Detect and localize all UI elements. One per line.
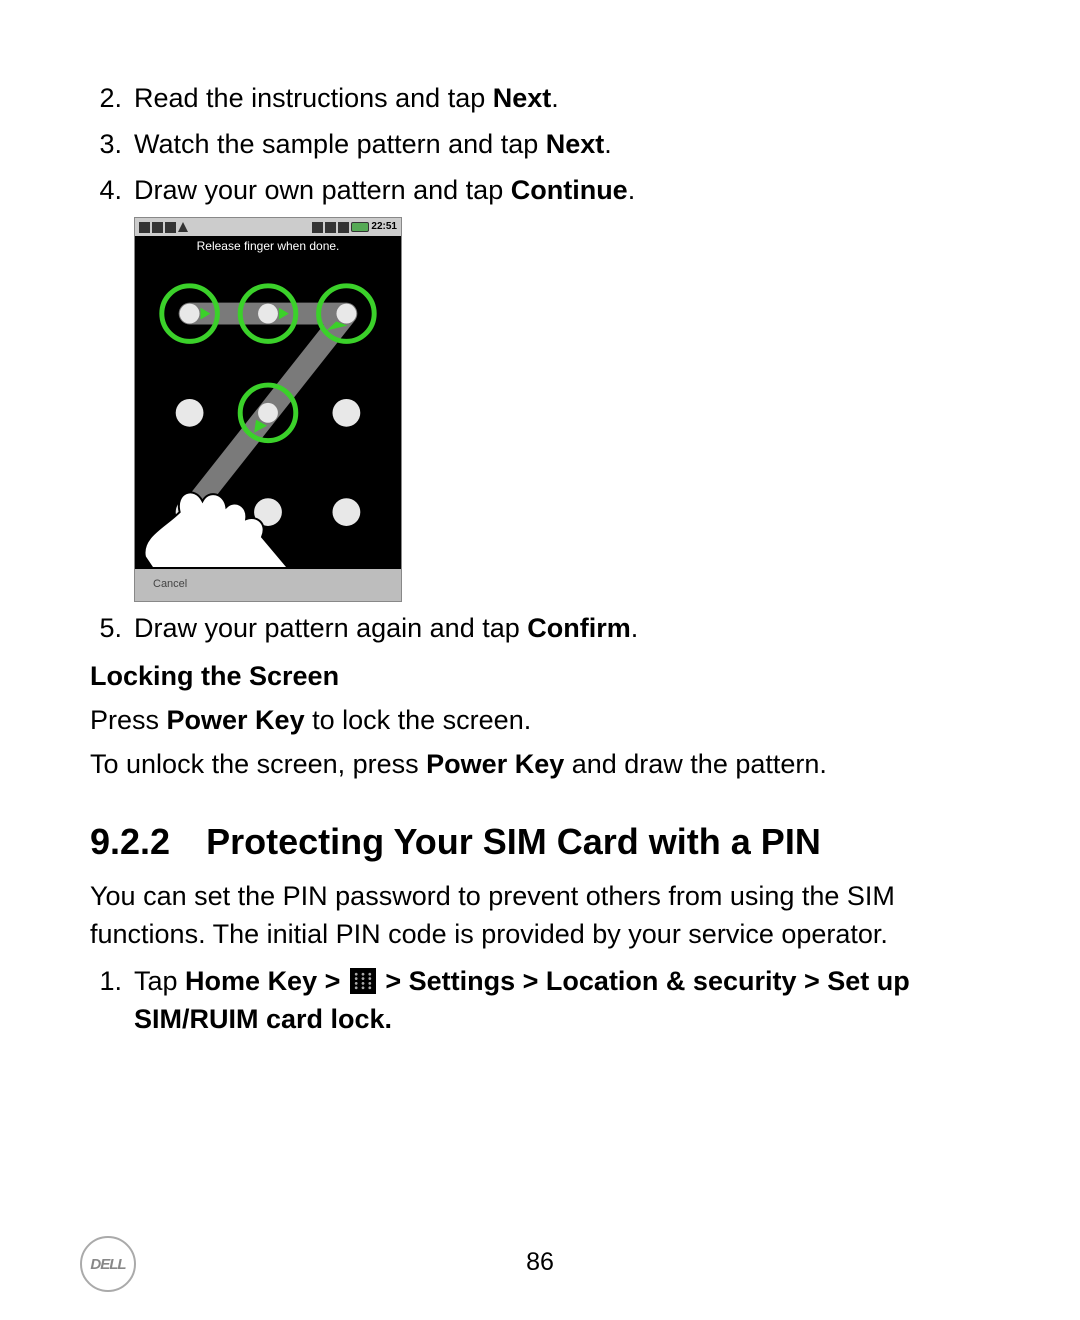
section-heading: 9.2.2 Protecting Your SIM Card with a PI…	[90, 817, 990, 867]
section-title: Protecting Your SIM Card with a PIN	[206, 817, 821, 867]
step-5: 5. Draw your pattern again and tap Confi…	[90, 610, 990, 648]
text: Watch the sample pattern and tap	[134, 129, 546, 159]
cancel-button-label: Cancel	[153, 577, 187, 592]
text: .	[628, 175, 636, 205]
section-number: 9.2.2	[90, 817, 170, 867]
text: .	[604, 129, 612, 159]
paragraph: Press Power Key to lock the screen.	[90, 702, 990, 740]
list-body: Draw your own pattern and tap Continue.	[134, 172, 990, 210]
text: Tap	[134, 966, 185, 996]
bold-text: Next	[493, 83, 552, 113]
status-icon	[165, 222, 176, 233]
list-body: Read the instructions and tap Next.	[134, 80, 990, 118]
bold-text: Power Key	[167, 705, 305, 735]
text: Press	[90, 705, 167, 735]
text: To unlock the screen, press	[90, 749, 426, 779]
warning-icon	[178, 222, 188, 232]
bold-text: Continue	[511, 175, 628, 205]
battery-icon	[351, 222, 369, 232]
bold-text: Confirm	[527, 613, 631, 643]
text: Read the instructions and tap	[134, 83, 493, 113]
step-4: 4. Draw your own pattern and tap Continu…	[90, 172, 990, 210]
text: .	[631, 613, 639, 643]
status-icon	[325, 222, 336, 233]
list-body: Draw your pattern again and tap Confirm.	[134, 610, 990, 648]
page-number: 86	[0, 1245, 1080, 1280]
list-number: 5.	[90, 610, 134, 648]
bold-text: Power Key	[426, 749, 564, 779]
phone-status-bar: 22:51	[135, 218, 401, 236]
status-icon	[139, 222, 150, 233]
list-number: 4.	[90, 172, 134, 210]
list-number: 2.	[90, 80, 134, 118]
text: Draw your own pattern and tap	[134, 175, 511, 205]
paragraph: To unlock the screen, press Power Key an…	[90, 746, 990, 784]
status-right-icons: 22:51	[312, 220, 397, 234]
phone-screenshot: 22:51 Release finger when done.	[134, 217, 402, 602]
bold-text: Next	[546, 129, 605, 159]
pin-step-1: 1. Tap Home Key > > Settings > Location …	[90, 963, 990, 1039]
phone-hint-text: Release finger when done.	[135, 236, 401, 259]
pattern-svg	[135, 259, 401, 567]
section-intro-paragraph: You can set the PIN password to prevent …	[90, 878, 990, 954]
text: to lock the screen.	[305, 705, 532, 735]
step-2: 2. Read the instructions and tap Next.	[90, 80, 990, 118]
text: .	[551, 83, 559, 113]
list-body: Tap Home Key > > Settings > Location & s…	[134, 963, 990, 1039]
list-number: 3.	[90, 126, 134, 164]
status-icon	[152, 222, 163, 233]
pattern-grid	[135, 259, 401, 569]
apps-grid-icon	[350, 968, 376, 994]
list-body: Watch the sample pattern and tap Next.	[134, 126, 990, 164]
text: Draw your pattern again and tap	[134, 613, 527, 643]
signal-icon	[338, 222, 349, 233]
phone-bottom-bar: Cancel	[135, 569, 401, 601]
status-time: 22:51	[371, 220, 397, 234]
step-3: 3. Watch the sample pattern and tap Next…	[90, 126, 990, 164]
list-number: 1.	[90, 963, 134, 1039]
subheading-locking-screen: Locking the Screen	[90, 658, 990, 696]
text: and draw the pattern.	[564, 749, 827, 779]
bluetooth-icon	[312, 222, 323, 233]
bold-text: Home Key >	[185, 966, 348, 996]
status-left-icons	[139, 222, 188, 233]
